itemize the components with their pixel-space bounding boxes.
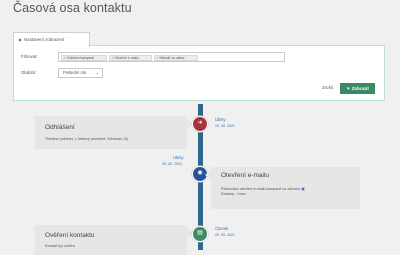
event-detail: Potenciální otevření e-mailu kampaně na … [221,186,305,197]
event-detail: Timeline (zařízení ◕ Netlový prohlížeč, … [45,136,128,141]
event-date: 25. 05. 2021 [215,233,235,237]
filter-tag-label: Odeslání kampaně [66,55,95,60]
event-sender[interactable]: Ubisy [215,117,225,122]
event-date: 25. 05. 2021 [215,124,235,128]
chevron-down-icon: ⌄ [95,70,99,75]
tab-label: Nastavení zobrazení [24,37,65,42]
unsubscribe-node: ➜ [192,116,208,132]
event-detail-suffix: Netlový prohlížeč, Windows 10) [77,137,129,141]
filter-tag[interactable]: ×Otevření e-mailu [109,54,152,61]
event-detail-suffix: Desktop - Linux [221,192,246,196]
timeline-event-card [35,116,187,149]
check-doc-icon: ▤ [197,230,203,236]
filter-tag[interactable]: ×Kliknutí na odkaz [154,54,198,61]
door-exit-icon: ➜ [197,120,203,126]
show-button[interactable]: ▼ Zobrazit [340,83,375,94]
filter-tag[interactable]: ×Odeslání kampaně [61,54,107,61]
confirm-contact-node: ▤ [192,226,208,242]
browser-icon: ◕ [74,136,77,141]
period-label: Období: [21,70,37,75]
tab-display-settings[interactable]: ▶ Nastavení zobrazení [13,32,90,47]
event-detail: Kontakt byl ověřen [45,244,75,248]
card-pointer [205,170,211,180]
event-sender[interactable]: Ubisy [173,155,183,160]
period-select-value: Poslední rok [63,70,87,75]
event-title: Odhlášení [45,124,75,131]
page-title: Časová osa kontaktu [13,1,132,15]
eye-icon: ◉ [197,170,203,176]
filter-tag-label: Kliknutí na odkaz [159,55,185,60]
reset-button[interactable]: Zrušit [318,83,337,93]
desktop-icon: ▣ [301,186,305,191]
filter-tag-label: Otevření e-mailu [114,55,139,60]
filter-tags-input[interactable]: ×Odeslání kampaně ×Otevření e-mailu ×Kli… [58,52,285,62]
filter-icon: ▼ [346,86,351,91]
event-detail-prefix: Timeline (zařízení [45,137,74,141]
filter-icon: ▶ [19,37,23,42]
timeline-event-card [35,225,187,255]
period-select[interactable]: Poslední rok ⌄ [58,68,103,78]
event-detail-prefix: Potenciální otevření e-mailu kampaně na … [221,187,301,191]
event-title: Ověření kontaktu [45,232,95,239]
filter-label: Filtrovat: [21,54,38,59]
event-sender[interactable]: Ćtenek [215,226,228,231]
event-date: 25. 05. 2021 [162,162,182,166]
show-button-label: Zobrazit [351,86,369,91]
event-title: Otevření e-mailu [221,172,270,179]
